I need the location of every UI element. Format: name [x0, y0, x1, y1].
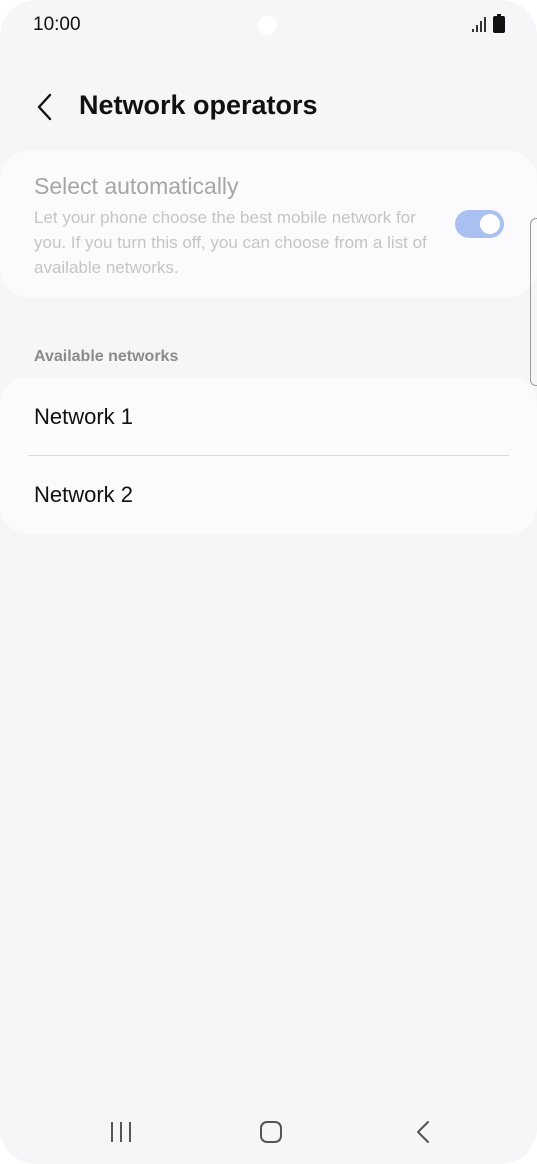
phone-screen: 10:00 Network operators Select automatic…	[0, 0, 537, 1164]
select-automatically-title: Select automatically	[34, 173, 239, 199]
networks-list: Network 1 Network 2	[0, 377, 537, 534]
select-automatically-card[interactable]: Select automatically Let your phone choo…	[0, 151, 537, 297]
select-automatically-toggle[interactable]	[455, 210, 504, 238]
home-button[interactable]	[251, 1114, 291, 1150]
navigation-bar	[0, 1100, 537, 1164]
home-icon	[260, 1121, 282, 1143]
recents-icon	[111, 1122, 131, 1142]
nav-back-button[interactable]	[403, 1114, 443, 1150]
network-item-2[interactable]: Network 2	[0, 456, 537, 534]
signal-icon	[472, 17, 486, 32]
chevron-left-icon	[37, 93, 52, 121]
page-title: Network operators	[79, 90, 318, 120]
available-networks-header: Available networks	[34, 348, 179, 365]
recents-button[interactable]	[101, 1114, 141, 1150]
camera-cutout	[258, 16, 277, 35]
back-icon	[417, 1121, 429, 1143]
network-item-1[interactable]: Network 1	[0, 377, 537, 455]
status-time: 10:00	[33, 14, 81, 35]
network-label: Network 1	[34, 404, 134, 429]
scroll-indicator[interactable]	[530, 218, 537, 386]
status-bar: 10:00	[0, 0, 537, 50]
toggle-knob	[480, 214, 500, 234]
select-automatically-description: Let your phone choose the best mobile ne…	[34, 208, 427, 277]
network-label: Network 2	[34, 482, 134, 507]
back-button[interactable]	[22, 82, 68, 132]
battery-icon	[493, 14, 505, 33]
